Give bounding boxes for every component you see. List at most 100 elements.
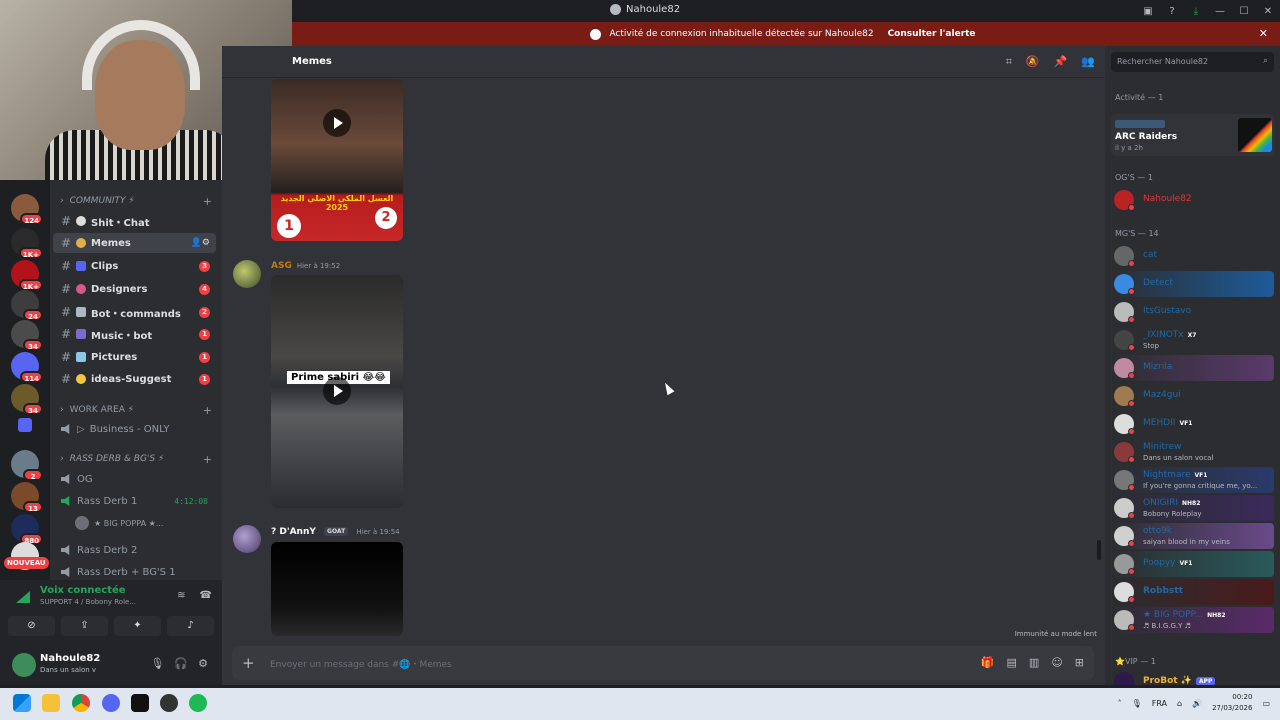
member-item[interactable]: Detect — [1111, 271, 1274, 297]
channel-designers[interactable]: # Designers 4 — [53, 279, 216, 299]
voice-user[interactable]: ★ BIG POPPA ★... — [75, 513, 215, 533]
add-channel-icon[interactable]: + — [203, 453, 212, 466]
threads-icon[interactable]: ⌗ — [1006, 55, 1012, 69]
server-icon[interactable]: 34 — [11, 320, 43, 351]
gift-icon[interactable]: 🎁 — [981, 656, 995, 669]
disconnect-icon[interactable]: ☎ — [200, 590, 212, 601]
microphone-icon[interactable]: 🎙 — [1132, 699, 1142, 708]
member-item[interactable]: ★ BIG POPP... NH82 ♬ B.I.G.G.Y ♬ — [1111, 607, 1274, 633]
clock[interactable]: 00:20 27/03/2026 — [1212, 692, 1252, 714]
channel-pictures[interactable]: # Pictures 1 — [53, 347, 216, 367]
add-channel-icon[interactable]: + — [203, 195, 212, 208]
server-icon[interactable]: 34 — [11, 384, 43, 415]
windows-start-icon[interactable] — [13, 694, 31, 712]
activity-card[interactable]: ARC Raiders il y a 2h — [1111, 114, 1274, 156]
headphones-icon[interactable]: 🎧 — [174, 657, 188, 670]
channel-business-only[interactable]: ▷ Business - ONLY — [53, 419, 216, 439]
member-item[interactable]: Maz4gui — [1111, 383, 1274, 409]
volume-icon[interactable]: 🔊 — [1192, 699, 1202, 708]
video-attachment[interactable] — [271, 542, 403, 636]
scrollbar[interactable] — [1097, 540, 1101, 560]
close-alert-icon[interactable]: ✕ — [1259, 27, 1268, 40]
obs-icon[interactable] — [160, 694, 178, 712]
member-item[interactable]: Minitrew Dans un salon vocal — [1111, 439, 1274, 465]
gif-icon[interactable]: ▤ — [1007, 656, 1017, 669]
language-indicator[interactable]: FRA — [1152, 699, 1167, 708]
message-input[interactable]: Envoyer un message dans #🌐・Memes — [270, 657, 452, 670]
member-item[interactable]: cat — [1111, 243, 1274, 269]
play-icon[interactable] — [323, 377, 351, 405]
channel-ideas-suggest[interactable]: # ideas-Suggest 1 — [53, 369, 216, 389]
apps-icon[interactable]: ⊞ — [1075, 656, 1084, 669]
member-item[interactable]: ProBot ✨ APP — [1111, 669, 1274, 685]
screen-share-button[interactable]: ⇪ — [61, 616, 108, 636]
emoji-icon[interactable]: ☺ — [1051, 656, 1062, 669]
camera-off-button[interactable]: ⊘ — [8, 616, 55, 636]
author-name[interactable]: ASG — [271, 261, 292, 271]
view-alert-button[interactable]: Consulter l'alerte — [882, 26, 982, 42]
channel-music-bot[interactable]: # Music・bot 1 — [53, 324, 216, 344]
notification-bell-icon[interactable]: 🔕 — [1026, 55, 1040, 69]
sticker-icon[interactable]: ▥ — [1029, 656, 1039, 669]
member-item[interactable]: ONIGIRI NH82 Bobony Roleplay — [1111, 495, 1274, 521]
channel-clips[interactable]: # Clips 3 — [53, 256, 216, 276]
server-icon[interactable]: 1K+ — [11, 228, 43, 259]
voice-channel-rass-derb-1[interactable]: Rass Derb 1 4:12:08 — [53, 491, 216, 511]
avatar[interactable] — [233, 260, 261, 288]
category-community[interactable]: › COMMUNITY ⚡ + — [60, 195, 212, 208]
notification-icon[interactable]: ▭ — [1262, 699, 1270, 708]
search-input[interactable]: Rechercher Nahoule82 ⌕ — [1111, 52, 1274, 72]
server-icon[interactable]: 13 — [11, 482, 43, 513]
microphone-icon[interactable]: 🎙 — [150, 657, 164, 670]
chrome-icon[interactable] — [72, 694, 90, 712]
author-name[interactable]: ? D'AnnY — [271, 527, 316, 537]
download-icon[interactable]: ⤓ — [1184, 6, 1208, 17]
pin-icon[interactable]: 📌 — [1054, 55, 1068, 69]
avatar[interactable] — [233, 525, 261, 553]
category-rass-derb[interactable]: › RASS DERB & BG'S ⚡ + — [60, 453, 212, 466]
add-attachment-icon[interactable]: + — [242, 654, 255, 672]
folder-icon[interactable] — [18, 418, 32, 432]
maximize-button[interactable]: ☐ — [1232, 6, 1256, 17]
username[interactable]: Nahoule82 — [40, 653, 100, 664]
voice-channel-link[interactable]: SUPPORT 4 / Bobony Role... — [40, 598, 160, 606]
message-composer[interactable]: + Envoyer un message dans #🌐・Memes 🎁 ▤ ▥… — [232, 646, 1094, 680]
network-icon[interactable]: ⌂ — [1177, 699, 1182, 708]
gear-icon[interactable]: ⚙ — [198, 657, 208, 670]
message-author[interactable]: ASG Hier à 19:52 — [271, 261, 340, 271]
member-item[interactable]: ItsGustavo — [1111, 299, 1274, 325]
category-work-area[interactable]: › WORK AREA ⚡ + — [60, 404, 212, 417]
channel-settings-icons[interactable]: 👤⚙ — [191, 238, 210, 248]
member-item[interactable]: Nahoule82 — [1111, 187, 1274, 213]
file-explorer-icon[interactable] — [42, 694, 60, 712]
add-channel-icon[interactable]: + — [203, 404, 212, 417]
member-item[interactable]: otto9k saiyan blood in my veins — [1111, 523, 1274, 549]
member-item[interactable]: MEHDII VF1 — [1111, 411, 1274, 437]
member-item[interactable]: Nightmare VF1 If you're gonna critique me… — [1111, 467, 1274, 493]
discord-icon[interactable] — [102, 694, 120, 712]
member-item[interactable]: Robbstt — [1111, 579, 1274, 605]
server-icon[interactable]: 2 — [11, 450, 43, 481]
voice-channel-og[interactable]: OG — [53, 469, 216, 489]
server-icon[interactable]: 24 — [11, 290, 43, 321]
server-icon[interactable]: 1K+ — [11, 260, 43, 291]
message-author[interactable]: ? D'AnnY GOAT Hier à 19:54 — [271, 527, 400, 537]
server-icon[interactable]: 114 — [11, 352, 43, 383]
activities-button[interactable]: ✦ — [114, 616, 161, 636]
member-item[interactable]: Poopyy VF1 — [1111, 551, 1274, 577]
soundboard-button[interactable]: ♪ — [167, 616, 214, 636]
minimize-button[interactable]: — — [1208, 6, 1232, 17]
play-icon[interactable] — [323, 109, 351, 137]
server-icon[interactable]: 880 — [11, 514, 43, 545]
member-item[interactable]: _IXINOTx X7 Stop — [1111, 327, 1274, 353]
voice-status[interactable]: Voix connectée — [40, 585, 126, 596]
noise-suppression-icon[interactable]: ≋ — [177, 590, 185, 601]
channel-memes[interactable]: # Memes 👤⚙ — [53, 233, 216, 253]
xbox-app-icon[interactable] — [131, 694, 149, 712]
video-thumbnail[interactable]: العسل الملكي الاصلي الجديد 2025 1 2 — [271, 79, 403, 241]
channel-bot-commands[interactable]: # Bot・commands 2 — [53, 302, 216, 322]
video-attachment[interactable]: Prime sabiri 😂😂 — [271, 275, 403, 508]
server-icon[interactable]: 124 — [11, 194, 43, 225]
spotify-icon[interactable] — [189, 694, 207, 712]
help-icon[interactable]: ? — [1160, 6, 1184, 17]
